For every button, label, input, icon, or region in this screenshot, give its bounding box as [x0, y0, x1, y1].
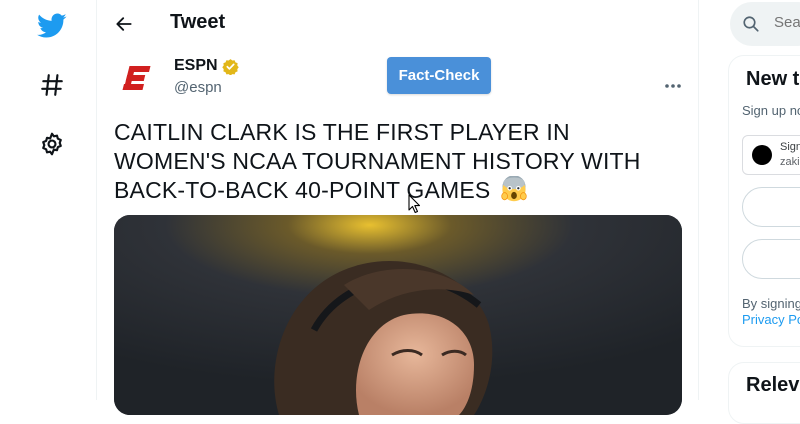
create-account-button[interactable]	[742, 239, 800, 279]
search-bar[interactable]	[730, 2, 800, 46]
back-button[interactable]	[108, 8, 140, 40]
tweet-text-content: CAITLIN CLARK IS THE FIRST PLAYER IN WOM…	[114, 119, 641, 203]
google-signin-label: Sign	[780, 141, 800, 153]
signup-text: Sign up no	[742, 103, 800, 118]
avatar[interactable]	[114, 55, 160, 101]
signup-card-title: New t	[746, 68, 800, 90]
terms-label: By signing	[742, 296, 800, 311]
more-options-button[interactable]	[660, 74, 686, 98]
column-divider	[96, 0, 97, 400]
signup-option-button[interactable]	[742, 187, 800, 227]
google-signin-button[interactable]: Sign zaki	[742, 135, 800, 175]
verified-badge-icon	[221, 58, 239, 75]
tweet-media-image[interactable]	[114, 215, 682, 415]
column-divider	[698, 0, 699, 400]
google-signin-email: zaki	[780, 156, 800, 168]
relevant-card-title: Relev	[746, 374, 800, 396]
mouse-cursor-icon	[408, 194, 421, 214]
google-account-avatar	[752, 145, 772, 165]
search-input[interactable]	[774, 14, 800, 31]
search-icon	[743, 16, 759, 32]
left-nav	[0, 0, 96, 400]
page-title: Tweet	[170, 11, 226, 33]
arrow-left-icon	[116, 17, 132, 31]
espn-logo-icon	[122, 66, 151, 90]
twitter-bird-icon[interactable]	[35, 9, 69, 43]
more-dots-icon	[665, 84, 681, 88]
hashtag-icon[interactable]	[35, 68, 69, 102]
author-name[interactable]: ESPN	[174, 57, 239, 75]
face-screaming-in-fear-icon	[501, 176, 527, 202]
gear-icon[interactable]	[35, 127, 69, 161]
author-handle: @espn	[174, 79, 222, 96]
author-name-label: ESPN	[174, 57, 218, 74]
fact-check-button[interactable]: Fact-Check	[387, 57, 491, 94]
tweet-text: CAITLIN CLARK IS THE FIRST PLAYER IN WOM…	[114, 118, 684, 205]
privacy-policy-link[interactable]: Privacy Po	[742, 312, 800, 328]
terms-text: By signing Privacy Po	[742, 296, 800, 328]
player-photo	[114, 215, 682, 415]
